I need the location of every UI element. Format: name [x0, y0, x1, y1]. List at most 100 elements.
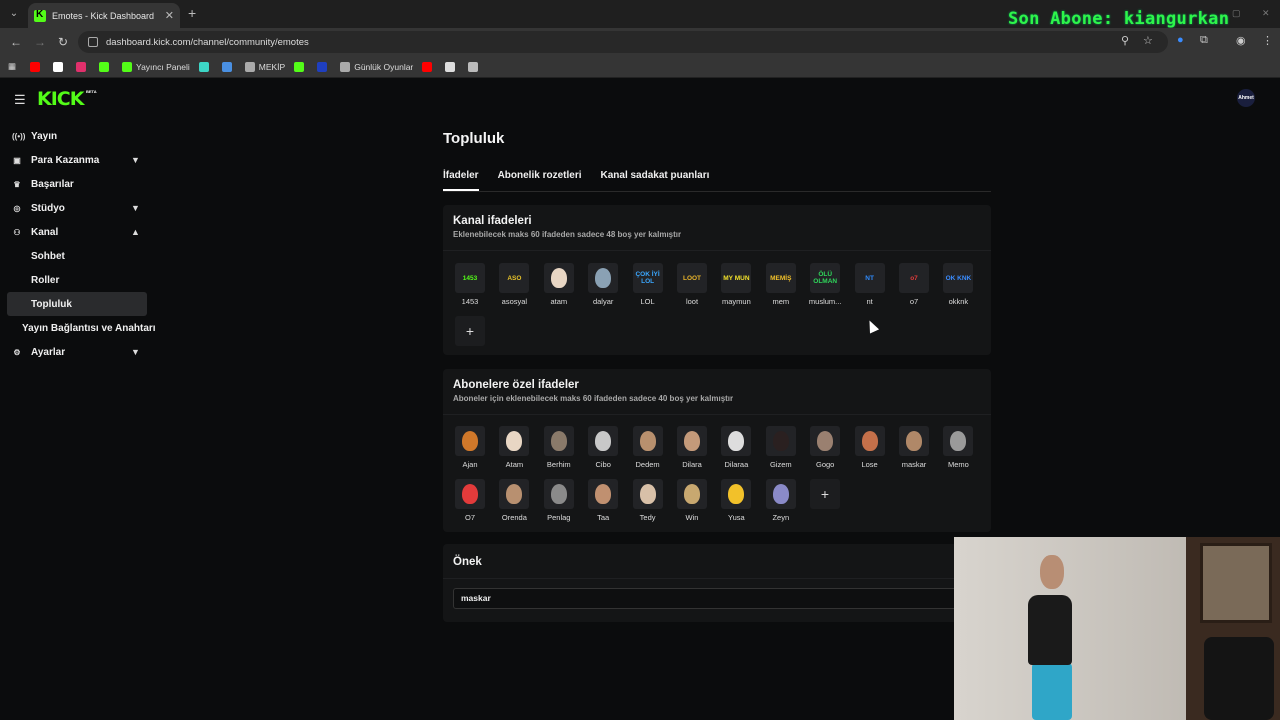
emote-item[interactable]: Dilaraa: [721, 426, 753, 469]
bookmark-item[interactable]: [198, 61, 213, 72]
emote-item[interactable]: Orenda: [499, 479, 531, 522]
emote-item[interactable]: maskar: [899, 426, 931, 469]
browser-menu-icon[interactable]: ⋮: [1262, 34, 1273, 47]
emote-item[interactable]: o7 o7: [899, 263, 931, 306]
profile-avatar-icon[interactable]: ◉: [1236, 34, 1246, 47]
emote-item[interactable]: Dilara: [677, 426, 709, 469]
emote-item[interactable]: Zeyn: [765, 479, 798, 522]
emote-item[interactable]: Atam: [499, 426, 531, 469]
bookmark-star-icon[interactable]: ☆: [1143, 34, 1153, 47]
emote-item[interactable]: Memo: [943, 426, 975, 469]
emote-item[interactable]: Berhim: [543, 426, 576, 469]
bookmark-item[interactable]: [468, 61, 482, 72]
emote-item[interactable]: ÖLÜ OLMAN muslum...: [809, 263, 842, 306]
emote-item[interactable]: 1453 1453: [455, 263, 487, 306]
bookmark-item[interactable]: [294, 61, 308, 72]
reload-icon[interactable]: ↻: [58, 35, 68, 49]
emote-item[interactable]: Dedem: [632, 426, 665, 469]
bookmark-item[interactable]: [53, 61, 67, 72]
kick-header: [0, 80, 1280, 118]
emote-face-icon: [595, 431, 612, 451]
tab-kanal-sadakat-puanlari[interactable]: Kanal sadakat puanları: [600, 170, 709, 191]
emote-item[interactable]: MY MUN maymun: [721, 263, 753, 306]
kick-logo[interactable]: KICK: [37, 88, 84, 110]
emote-item[interactable]: dalyar: [588, 263, 620, 306]
emote-label: Berhim: [546, 460, 571, 469]
emote-item[interactable]: LOOT loot: [677, 263, 709, 306]
emote-image: [499, 479, 530, 509]
back-arrow-icon[interactable]: ←: [10, 35, 22, 49]
bookmark-item[interactable]: [76, 61, 90, 72]
bookmark-item[interactable]: [99, 61, 113, 72]
emote-image: MY MUN: [721, 263, 752, 293]
emote-item[interactable]: O7: [455, 479, 487, 522]
emote-item[interactable]: Win: [677, 479, 709, 522]
emote-label: asosyal: [501, 297, 528, 306]
emote-label: mem: [772, 297, 790, 306]
emote-face-icon: [639, 431, 656, 451]
emote-item[interactable]: NT nt: [854, 263, 887, 306]
restore-window-icon[interactable]: ▢: [1232, 8, 1241, 19]
emote-item[interactable]: OK KNK okknk: [943, 263, 975, 306]
sidebar-item-studyo[interactable]: ◎ Stüdyo ▼: [0, 196, 160, 220]
emote-face-icon: [506, 431, 523, 451]
tab-ifadeler[interactable]: İfadeler: [443, 170, 479, 191]
emote-item[interactable]: Tedy: [632, 479, 665, 522]
emote-item[interactable]: Gizem: [765, 426, 798, 469]
emote-item[interactable]: Ajan: [455, 426, 487, 469]
sidebar: ((•)) Yayın ▣ Para Kazanma ▼ ♛ Başarılar…: [0, 124, 160, 364]
close-tab-icon[interactable]: ✕: [165, 9, 174, 22]
bookmark-item[interactable]: [221, 61, 236, 72]
emote-glyph: ÇOK İYİ LOL: [635, 271, 660, 285]
bookmark-item[interactable]: [30, 61, 44, 72]
emote-item[interactable]: Lose: [854, 426, 887, 469]
sidebar-item-yayin[interactable]: ((•)) Yayın: [0, 124, 160, 148]
sidebar-item-para-kazanma[interactable]: ▣ Para Kazanma ▼: [0, 148, 160, 172]
url-field[interactable]: dashboard.kick.com/channel/community/emo…: [78, 31, 1168, 53]
user-avatar[interactable]: Ahmet: [1237, 89, 1255, 107]
bookmark-item[interactable]: MEKİP: [244, 61, 286, 72]
emote-face-icon: [506, 484, 523, 504]
prefix-input[interactable]: maskar: [453, 588, 981, 609]
emote-item[interactable]: ASO asosyal: [499, 263, 531, 306]
hamburger-menu-icon[interactable]: ☰: [14, 92, 26, 108]
add-channel-emote-button[interactable]: +: [455, 316, 485, 346]
emote-item[interactable]: Yusa: [721, 479, 753, 522]
sidebar-item-yayin-baglantisi[interactable]: Yayın Bağlantısı ve Anahtarı: [0, 316, 160, 340]
sidebar-item-basarilar[interactable]: ♛ Başarılar: [0, 172, 160, 196]
emote-item[interactable]: Taa: [588, 479, 620, 522]
forward-arrow-icon[interactable]: →: [34, 35, 46, 49]
close-window-icon[interactable]: ✕: [1262, 8, 1270, 19]
bookmark-item[interactable]: [422, 61, 436, 72]
extension-icon[interactable]: ●: [1177, 34, 1184, 46]
bookmark-item[interactable]: [445, 61, 459, 72]
emote-label: Lose: [861, 460, 878, 469]
sidebar-item-topluluk[interactable]: Topluluk: [7, 292, 147, 316]
emote-item[interactable]: Penlag: [543, 479, 576, 522]
emote-item[interactable]: ÇOK İYİ LOL LOL: [632, 263, 665, 306]
emote-face-icon: [595, 268, 612, 288]
webcam-person-body: [1028, 595, 1072, 665]
emote-item[interactable]: Gogo: [810, 426, 842, 469]
extensions-puzzle-icon[interactable]: ⧉: [1200, 34, 1208, 47]
bookmark-label: MEKİP: [258, 61, 286, 72]
sidebar-item-sohbet[interactable]: Sohbet: [0, 244, 160, 268]
tab-search-dropdown-icon[interactable]: ⌄: [6, 6, 22, 22]
zoom-icon[interactable]: ⚲: [1121, 34, 1129, 47]
tab-abonelik-rozetleri[interactable]: Abonelik rozetleri: [498, 170, 582, 191]
emote-item[interactable]: Cibo: [588, 426, 620, 469]
sidebar-item-roller[interactable]: Roller: [0, 268, 160, 292]
apps-grid-icon[interactable]: ▦: [8, 61, 16, 72]
sidebar-item-ayarlar[interactable]: ⚙ Ayarlar ▼: [0, 340, 160, 364]
site-info-icon[interactable]: [88, 37, 98, 47]
bookmark-item[interactable]: Günlük Oyunlar: [340, 61, 413, 72]
browser-tab[interactable]: Emotes - Kick Dashboard ✕: [28, 3, 180, 28]
new-tab-plus-icon[interactable]: +: [188, 5, 196, 21]
emote-item[interactable]: MEMİŞ mem: [765, 263, 798, 306]
bookmark-item[interactable]: Yayıncı Paneli: [122, 61, 190, 72]
emote-item[interactable]: atam: [543, 263, 576, 306]
bookmark-item[interactable]: [317, 61, 331, 72]
emote-image: [588, 426, 619, 456]
add-subscriber-emote-button[interactable]: +: [810, 479, 840, 509]
sidebar-item-kanal[interactable]: ⚇ Kanal ▲: [0, 220, 160, 244]
